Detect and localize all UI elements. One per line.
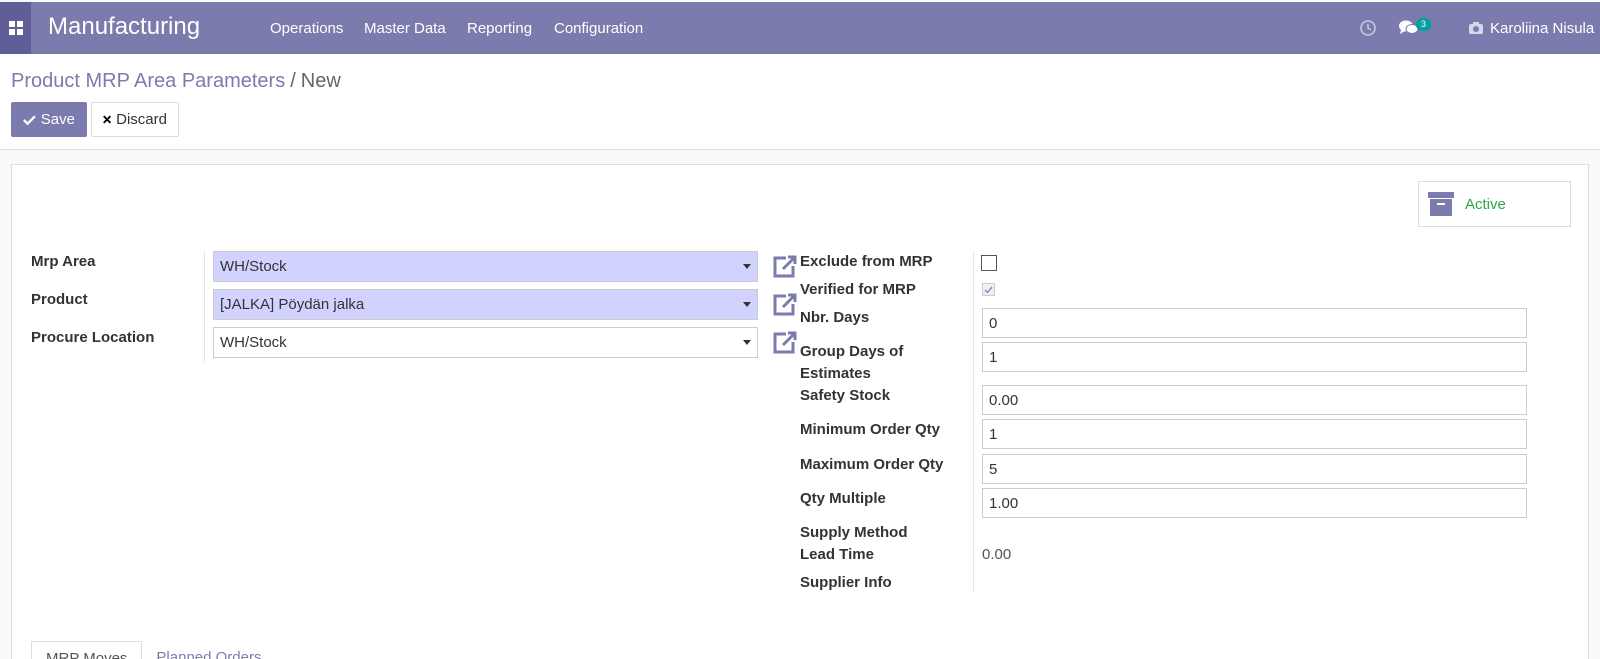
menu-reporting[interactable]: Reporting — [467, 20, 532, 37]
chevron-down-icon[interactable] — [743, 264, 751, 269]
lead-time-value: 0.00 — [982, 546, 1012, 563]
active-toggle-button[interactable]: Active — [1418, 181, 1571, 227]
left-group-divider — [204, 251, 205, 363]
product-select[interactable]: [JALKA] Pöydän jalka — [213, 289, 758, 320]
apps-grid-icon — [8, 21, 23, 35]
nbr-days-label: Nbr. Days — [800, 309, 870, 326]
tab-planned-orders[interactable]: Planned Orders — [142, 641, 275, 659]
minimum-order-qty-input[interactable]: 1 — [982, 419, 1527, 449]
external-link-icon[interactable] — [772, 255, 798, 282]
control-panel: Product MRP Area Parameters / New Save Dis… — [0, 54, 1600, 150]
activity-clock-icon[interactable] — [1360, 2, 1376, 54]
discard-button[interactable]: Discard — [91, 102, 179, 137]
breadcrumb-current: New — [300, 70, 341, 92]
procure-location-select[interactable]: WH/Stock — [213, 327, 758, 358]
chevron-down-icon[interactable] — [743, 302, 751, 307]
verified-for-mrp-label: Verified for MRP — [800, 281, 916, 298]
mrp-area-select[interactable]: WH/Stock — [213, 251, 758, 282]
discard-button-label: Discard — [116, 111, 167, 128]
right-group-divider — [973, 251, 974, 593]
active-status-label: Active — [1465, 195, 1506, 213]
product-label: Product — [31, 291, 88, 308]
minimum-order-qty-label: Minimum Order Qty — [800, 421, 941, 438]
save-button-label: Save — [40, 111, 75, 128]
menu-master-data[interactable]: Master Data — [364, 20, 446, 37]
external-link-icon[interactable] — [772, 293, 798, 320]
product-value: [JALKA] Pöydän jalka — [220, 296, 365, 313]
menu-configuration[interactable]: Configuration — [554, 20, 643, 37]
nbr-days-value: 0 — [989, 314, 998, 332]
safety-stock-label: Safety Stock — [800, 387, 891, 404]
chevron-down-icon[interactable] — [743, 340, 751, 345]
exclude-from-mrp-label: Exclude from MRP — [800, 253, 933, 270]
lead-time-label: Lead Time — [800, 546, 874, 563]
form-sheet: Active Mrp Area Product Procure Location… — [11, 164, 1589, 659]
group-days-label: Group Days of Estimates — [800, 341, 903, 385]
user-avatar-icon — [1468, 21, 1484, 35]
procure-location-value: WH/Stock — [220, 334, 287, 351]
close-icon — [103, 115, 112, 124]
safety-stock-value: 0.00 — [989, 391, 1019, 409]
supplier-info-label: Supplier Info — [800, 574, 892, 591]
breadcrumb: Product MRP Area Parameters / New — [11, 70, 341, 93]
maximum-order-qty-input[interactable]: 5 — [982, 454, 1527, 484]
group-days-input[interactable]: 1 — [982, 342, 1527, 372]
breadcrumb-separator: / — [290, 70, 296, 92]
nbr-days-input[interactable]: 0 — [982, 308, 1527, 338]
group-days-label-line2: Estimates — [800, 365, 871, 382]
tab-mrp-moves[interactable]: MRP Moves — [31, 641, 143, 659]
maximum-order-qty-value: 5 — [989, 460, 998, 478]
minimum-order-qty-value: 1 — [989, 425, 998, 443]
procure-location-label: Procure Location — [31, 329, 155, 346]
maximum-order-qty-label: Maximum Order Qty — [800, 456, 944, 473]
check-icon — [984, 286, 993, 294]
user-name: Karoliina Nisula — [1490, 19, 1595, 37]
user-menu[interactable]: Karoliina Nisula — [1468, 2, 1594, 54]
external-link-icon[interactable] — [772, 331, 798, 358]
mrp-area-value: WH/Stock — [220, 258, 287, 275]
top-navbar: Manufacturing Operations Master Data Rep… — [0, 2, 1600, 54]
check-icon — [23, 115, 36, 125]
archive-icon — [1428, 192, 1454, 216]
breadcrumb-parent-link[interactable]: Product MRP Area Parameters — [11, 70, 285, 92]
qty-multiple-value: 1.00 — [989, 494, 1019, 512]
supply-method-label: Supply Method — [800, 524, 908, 541]
messages-count-badge: 3 — [1416, 18, 1432, 31]
mrp-area-label: Mrp Area — [31, 253, 96, 270]
save-button[interactable]: Save — [11, 102, 87, 137]
qty-multiple-label: Qty Multiple — [800, 490, 886, 507]
verified-for-mrp-checkbox — [982, 283, 995, 296]
apps-menu-button[interactable] — [0, 2, 31, 54]
notebook-tabs: MRP Moves Planned Orders — [31, 641, 275, 659]
group-days-label-line1: Group Days of — [800, 343, 904, 360]
exclude-from-mrp-checkbox[interactable] — [981, 255, 997, 271]
safety-stock-input[interactable]: 0.00 — [982, 385, 1527, 415]
qty-multiple-input[interactable]: 1.00 — [982, 488, 1527, 518]
group-days-value: 1 — [989, 348, 998, 366]
app-title[interactable]: Manufacturing — [48, 13, 200, 41]
menu-operations[interactable]: Operations — [270, 20, 343, 37]
